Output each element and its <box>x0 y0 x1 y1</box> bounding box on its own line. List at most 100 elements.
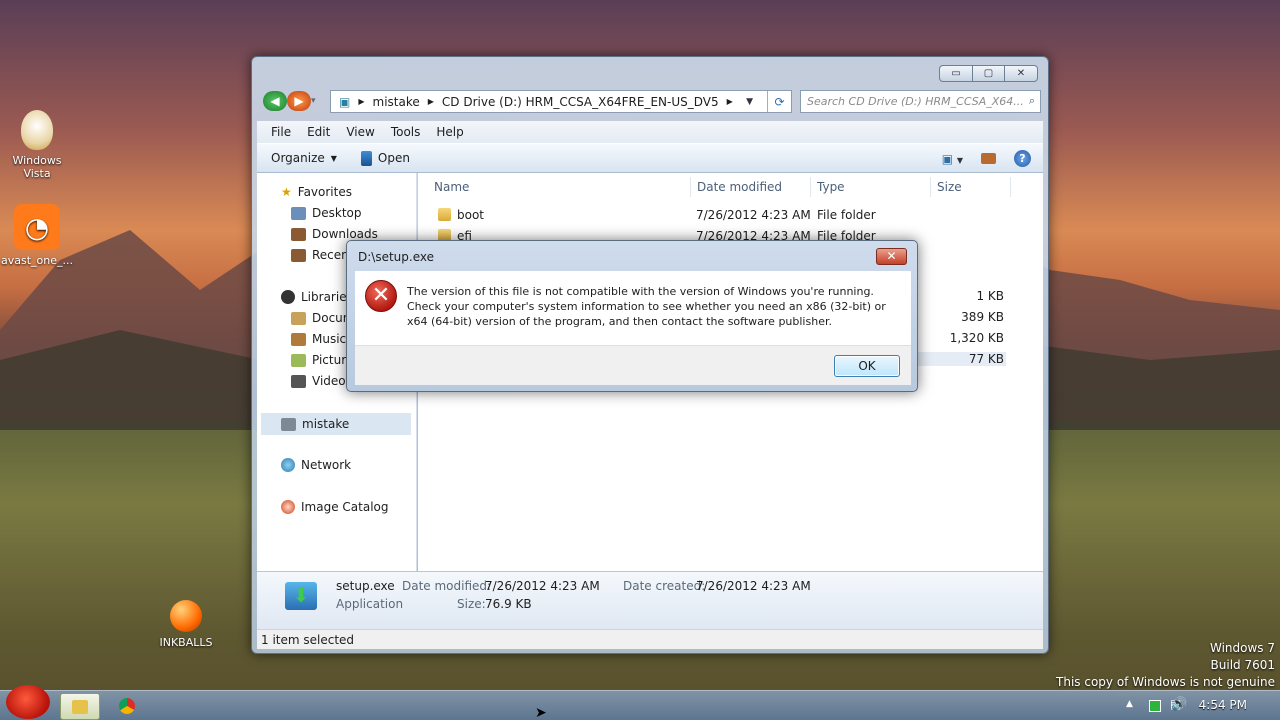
nav-mistake[interactable]: mistake <box>261 413 411 435</box>
nav-network[interactable]: Network <box>281 458 351 472</box>
help-icon[interactable]: ? <box>1014 150 1031 167</box>
taskbar-explorer-button[interactable] <box>60 693 100 720</box>
dialog-body: ✕ The version of this file is not compat… <box>355 271 911 345</box>
taskbar-chrome-button[interactable] <box>110 693 144 720</box>
nav-recent[interactable]: Recent <box>291 248 353 262</box>
egg-icon <box>21 110 53 150</box>
organize-button[interactable]: Organize ▼ <box>271 151 337 165</box>
drive-icon: ▣ <box>339 94 351 109</box>
volume-icon[interactable]: 🔊 <box>1171 697 1187 712</box>
nav-favorites[interactable]: ★ Favorites <box>281 185 352 199</box>
organize-label: Organize <box>271 151 325 165</box>
star-icon: ★ <box>281 185 292 199</box>
details-size: 76.9 KB <box>485 597 532 611</box>
battery-icon[interactable] <box>1149 700 1161 712</box>
nav-label: Downloads <box>312 227 378 241</box>
dialog-close-button[interactable]: ✕ <box>876 248 907 265</box>
maximize-button[interactable]: ▢ <box>972 65 1005 82</box>
row-size: 1,320 KB <box>949 331 1004 345</box>
nav-label: Desktop <box>312 206 362 220</box>
minimize-button[interactable]: ▭ <box>939 65 972 82</box>
documents-icon <box>291 311 306 325</box>
details-created-label: Date created: <box>623 579 706 593</box>
setup-app-icon: ⬇ <box>285 582 317 610</box>
mouse-cursor-icon: ➤ <box>535 705 547 720</box>
back-button[interactable]: ◀ <box>263 91 287 111</box>
image-catalog-icon <box>281 500 295 514</box>
breadcrumb-item[interactable]: mistake <box>373 95 420 109</box>
dialog-message: The version of this file is not compatib… <box>407 285 886 328</box>
menu-view[interactable]: View <box>338 125 382 139</box>
column-label: Name <box>434 180 470 194</box>
breadcrumb-separator-icon: ▶ <box>726 97 733 106</box>
nav-label: Network <box>301 458 352 472</box>
row-size: 1 KB <box>976 289 1004 303</box>
details-created: 7/26/2012 4:23 AM <box>696 579 811 593</box>
address-bar[interactable]: ▣ ▶ mistake ▶ CD Drive (D:) HRM_CCSA_X64… <box>330 90 792 113</box>
folder-icon <box>72 700 88 714</box>
open-button[interactable]: Open <box>360 150 410 166</box>
details-modified-label: Date modified: <box>402 579 492 593</box>
view-options-icon[interactable]: ▣ ▼ <box>942 152 963 166</box>
menu-tools[interactable]: Tools <box>383 125 429 139</box>
column-label: Date modified <box>697 180 783 194</box>
nav-libraries[interactable]: Libraries <box>281 290 353 304</box>
search-placeholder: Search CD Drive (D:) HRM_CCSA_X64... <box>807 95 1024 108</box>
pictures-icon <box>291 353 306 367</box>
chrome-icon <box>119 698 135 714</box>
downloads-icon <box>291 227 306 241</box>
nav-videos[interactable]: Videos <box>291 374 352 388</box>
preview-pane-icon[interactable] <box>981 153 996 164</box>
nav-pictures[interactable]: Picture <box>291 353 353 367</box>
desktop-icon-label: INKBALLS <box>159 636 213 649</box>
forward-button[interactable]: ▶ <box>287 91 311 111</box>
desktop-icon <box>291 206 306 220</box>
error-dialog: D:\setup.exe ✕ ✕ The version of this fil… <box>346 240 918 392</box>
genuine-watermark: Windows 7 Build 7601 This copy of Window… <box>1056 640 1275 691</box>
start-button[interactable] <box>6 685 50 719</box>
menu-help[interactable]: Help <box>428 125 471 139</box>
breadcrumb-item[interactable]: CD Drive (D:) HRM_CCSA_X64FRE_EN-US_DV5 <box>442 95 719 109</box>
desktop-icon-inkballs[interactable]: INKBALLS <box>150 600 222 649</box>
status-bar: 1 item selected <box>257 629 1043 649</box>
nav-music[interactable]: Music <box>291 332 346 346</box>
menu-file[interactable]: File <box>263 125 299 139</box>
open-label: Open <box>377 151 410 165</box>
ok-button[interactable]: OK <box>834 355 900 377</box>
nav-documents[interactable]: Docum <box>291 311 354 325</box>
column-header-name[interactable]: Name <box>418 177 691 197</box>
clock[interactable]: 4:54 PM <box>1199 698 1247 712</box>
caption-buttons: ▭ ▢ ✕ <box>939 65 1038 82</box>
watermark-line: Windows 7 <box>1209 641 1275 655</box>
show-hidden-icons[interactable]: ▲ <box>1126 699 1133 709</box>
menu-bar: File Edit View Tools Help <box>257 121 1043 143</box>
nav-downloads[interactable]: Downloads <box>291 227 378 241</box>
table-row[interactable]: boot 7/26/2012 4:23 AM File folder <box>432 205 1027 225</box>
desktop-icon-avast[interactable]: ◔ avast_one_... <box>1 204 73 267</box>
close-button[interactable]: ✕ <box>1005 65 1038 82</box>
search-input[interactable]: Search CD Drive (D:) HRM_CCSA_X64... ⌕ <box>800 90 1041 113</box>
recent-places-icon <box>291 248 306 262</box>
command-bar: Organize ▼ Open ▣ ▼ ? <box>257 143 1043 173</box>
network-icon <box>281 458 295 472</box>
watermark-line: This copy of Windows is not genuine <box>1056 675 1275 689</box>
desktop-icon-windows-vista[interactable]: Windows Vista <box>1 110 73 180</box>
error-icon: ✕ <box>365 280 397 312</box>
refresh-icon: ⟳ <box>774 94 785 109</box>
videos-icon <box>291 374 306 388</box>
column-header-type[interactable]: Type <box>811 177 931 197</box>
menu-edit[interactable]: Edit <box>299 125 338 139</box>
row-size: 389 KB <box>961 310 1004 324</box>
chevron-down-icon: ▼ <box>330 153 337 163</box>
refresh-button[interactable]: ⟳ <box>767 91 791 112</box>
nav-image-catalog[interactable]: Image Catalog <box>281 500 388 514</box>
recent-pages-icon[interactable]: ▾ <box>311 91 323 111</box>
column-header-date[interactable]: Date modified <box>691 177 811 197</box>
column-header-size[interactable]: Size <box>931 177 1011 197</box>
app-icon <box>360 150 372 166</box>
address-dropdown-icon[interactable]: ▼ <box>746 97 753 107</box>
details-modified: 7/26/2012 4:23 AM <box>485 579 600 593</box>
nav-label: Image Catalog <box>301 500 389 514</box>
dialog-footer: OK <box>355 345 911 385</box>
nav-desktop[interactable]: Desktop <box>291 206 362 220</box>
